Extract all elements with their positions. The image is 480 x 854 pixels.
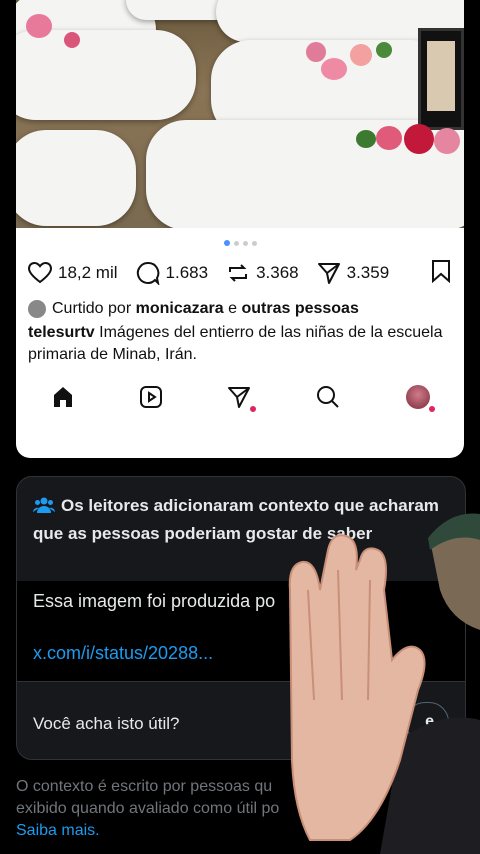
person-overlay (280, 510, 480, 854)
save-button[interactable] (430, 259, 452, 288)
tab-profile[interactable] (405, 384, 435, 412)
reels-icon (140, 386, 162, 408)
liker-avatar (28, 300, 46, 318)
share-button[interactable]: 3.359 (317, 261, 390, 285)
liked-by-user[interactable]: monicazara (136, 300, 224, 318)
post-actions: 18,2 mil 1.683 3.368 3.359 (28, 258, 452, 288)
note-text: Essa imagem foi produzida po (33, 591, 276, 611)
post-caption: telesurtv Imágenes del entierro de las n… (28, 322, 452, 366)
bottom-tabbar (16, 380, 464, 414)
bookmark-icon (432, 259, 450, 283)
people-icon (33, 496, 55, 521)
tab-home[interactable] (50, 384, 76, 410)
learn-more-link[interactable]: Saiba mais. (16, 820, 316, 842)
liked-by: Curtido por monicazara e outras pessoas (28, 300, 452, 318)
reposts-count: 3.368 (256, 263, 299, 282)
photo-frame (418, 28, 464, 130)
useful-question: Você acha isto útil? (33, 714, 180, 733)
send-icon (228, 387, 250, 408)
carousel-indicator (16, 240, 464, 246)
liked-by-prefix: Curtido por (52, 300, 132, 317)
heart-icon (28, 262, 52, 284)
comment-button[interactable]: 1.683 (136, 261, 209, 285)
note-footer-text: O contexto é escrito por pessoas qu exib… (16, 778, 280, 817)
tab-search[interactable] (315, 384, 341, 410)
tab-reels[interactable] (138, 384, 164, 410)
note-source-link[interactable]: x.com/i/status/20288... (33, 643, 213, 664)
home-icon (54, 387, 72, 407)
embedded-post-card: 18,2 mil 1.683 3.368 3.359 Curtido por m… (16, 0, 464, 458)
send-icon (317, 263, 340, 284)
liked-by-others[interactable]: outras pessoas (241, 300, 358, 318)
post-photo[interactable] (16, 0, 464, 228)
liked-by-joiner: e (228, 300, 238, 317)
likes-count: 18,2 mil (58, 263, 118, 282)
caption-author[interactable]: telesurtv (28, 324, 95, 341)
like-button[interactable]: 18,2 mil (28, 262, 118, 284)
notification-dot (250, 406, 256, 412)
repost-icon (229, 264, 248, 282)
repost-button[interactable]: 3.368 (226, 261, 299, 285)
note-footer: O contexto é escrito por pessoas qu exib… (16, 776, 316, 842)
search-icon (317, 386, 339, 408)
comments-count: 1.683 (165, 263, 209, 282)
tab-messages[interactable] (226, 384, 256, 412)
comment-icon (136, 261, 159, 285)
profile-avatar (406, 385, 430, 409)
shares-count: 3.359 (346, 263, 390, 282)
notification-dot (429, 406, 435, 412)
